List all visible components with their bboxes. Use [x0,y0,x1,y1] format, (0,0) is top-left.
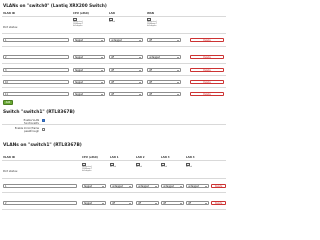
ethernet-port-icon [136,163,140,166]
delete-vlan-button[interactable]: Delete [211,201,226,205]
cpu-mode-select[interactable]: tagged [73,80,105,84]
delete-vlan-button[interactable]: Delete [190,80,224,84]
col-header-lan2: LAN 2 [136,156,145,159]
header-divider [2,16,226,17]
wan-mode-select[interactable]: off [147,68,181,72]
delete-vlan-button[interactable]: Delete [190,55,224,59]
vlan-id-input[interactable]: 3 [3,68,69,72]
port-status-line: full-duplex [147,25,157,28]
port-status-line: no link [161,166,167,168]
cpu-mode-select[interactable]: tagged [82,201,106,205]
lan4-mode-select[interactable]: off [186,201,209,205]
port-status-lan2: no link [136,163,158,168]
port-status-cpu: connected 1000baseT full-duplex [73,18,103,28]
col-header-lan4: LAN 4 [186,156,195,159]
delete-vlan-button[interactable]: Delete [190,38,224,42]
port-status-label: Port status: [3,26,18,29]
vlan-switch0-title: VLANs on "switch0" (Lantiq XRX200 Switch… [3,3,107,8]
cpu-mode-select[interactable]: tagged [82,184,106,188]
col-header-vlan-id: VLAN ID [3,12,15,15]
vlan-id-input[interactable]: 10 [3,80,69,84]
port-status-lan4: no link [186,163,208,168]
ethernet-port-icon [73,18,77,21]
port-status-line: full-duplex [73,25,83,28]
delete-vlan-button[interactable]: Delete [190,92,224,96]
lan-mode-select[interactable]: off [109,80,143,84]
row-divider [2,192,226,193]
row-divider [2,178,226,179]
col-header-cpu: CPU (eth0) [82,156,98,159]
wan-mode-select[interactable]: off [147,38,181,42]
row-divider [2,209,226,210]
wan-mode-select[interactable]: off [147,80,181,84]
vlan-id-input[interactable]: 11 [3,92,69,96]
port-status-line: no link [186,166,192,168]
col-header-lan3: LAN 3 [161,156,170,159]
lan2-mode-select[interactable]: off [136,201,159,205]
ethernet-port-icon [82,163,86,166]
lan-mode-select[interactable]: off [109,68,143,72]
option-label-mirror: Enable mirror/frame passthrough [14,127,39,133]
cpu-mode-select[interactable]: tagged [73,92,105,96]
mirror-passthrough-checkbox[interactable] [42,128,45,131]
lan-mode-select[interactable]: off [109,55,143,59]
col-header-lan: LAN [109,12,115,15]
col-header-lan1: LAN 1 [110,156,119,159]
row-divider [2,33,226,34]
row-divider [2,75,226,76]
lan2-mode-select[interactable]: untagged [136,184,159,188]
row-divider [2,46,226,47]
lan-mode-select[interactable]: untagged [109,38,143,42]
switch1-title: Switch "switch1" (RTL8367B) [3,110,75,115]
vlan-switch1-title: VLANs on "switch1" (RTL8367B) [3,143,82,148]
col-header-wan: WAN [147,12,154,15]
cpu-mode-select[interactable]: tagged [73,38,105,42]
cpu-mode-select[interactable]: tagged [73,68,105,72]
ethernet-port-icon [147,18,151,21]
row-divider [2,87,226,88]
port-status-lan3: no link [161,163,183,168]
option-divider [2,124,226,125]
cpu-mode-select[interactable]: tagged [73,55,105,59]
ethernet-port-icon [110,163,114,166]
ethernet-port-icon [161,163,165,166]
wan-mode-select[interactable]: untagged [147,55,181,59]
row-divider [2,63,226,64]
port-status-line: no link [110,166,116,168]
port-status-line: no link [136,166,142,168]
vlan-id-input[interactable]: 1 [3,38,69,42]
port-status-wan: connected 1000baseT full-duplex [147,18,177,28]
port-status-line: no link [109,21,115,23]
delete-vlan-button[interactable]: Delete [211,184,226,188]
vlan-id-input[interactable]: 1 [3,184,77,188]
vlan-id-input[interactable]: 2 [3,201,77,205]
lan3-mode-select[interactable]: untagged [161,184,184,188]
lan3-mode-select[interactable]: off [161,201,184,205]
delete-vlan-button[interactable]: Delete [190,68,224,72]
header-divider [2,160,226,161]
lan4-mode-select[interactable]: untagged [186,184,209,188]
port-status-label: Port status: [3,170,18,173]
col-header-vlan-id: VLAN ID [3,156,15,159]
wan-mode-select[interactable]: off [147,92,181,96]
lan1-mode-select[interactable]: off [110,201,133,205]
port-status-cpu: connected 1000baseT full-duplex [82,163,106,173]
enable-vlan-checkbox[interactable] [42,119,45,122]
lan1-mode-select[interactable]: untagged [110,184,133,188]
lan-mode-select[interactable]: off [109,92,143,96]
port-status-lan: no link [109,18,139,23]
vlan-id-input[interactable]: 2 [3,55,69,59]
port-status-line: full-duplex [82,170,92,173]
add-vlan-button[interactable]: Add [3,100,13,105]
port-status-lan1: no link [110,163,132,168]
ethernet-port-icon [186,163,190,166]
ethernet-port-icon [109,18,113,21]
col-header-cpu: CPU (eth0) [73,12,89,15]
